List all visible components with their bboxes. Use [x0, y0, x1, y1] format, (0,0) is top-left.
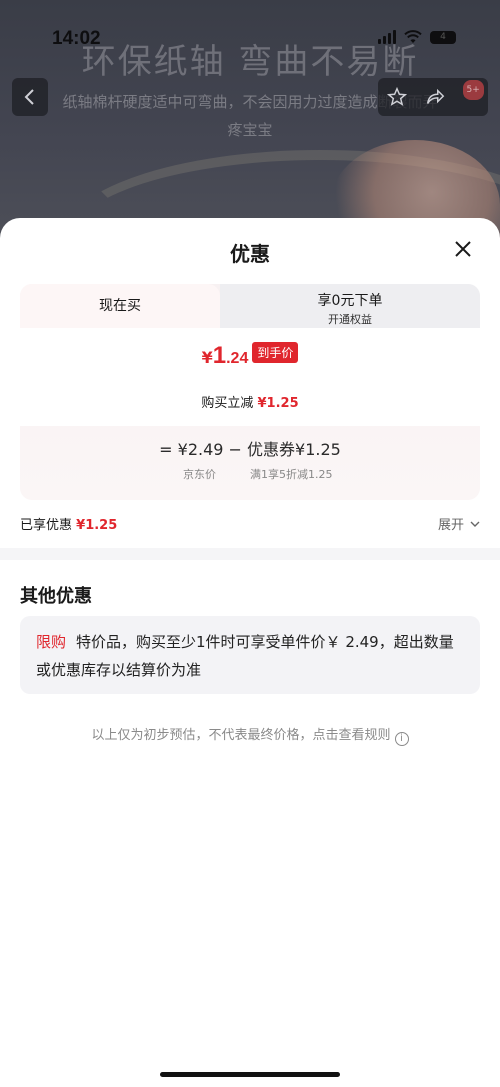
price-formula: = ¥2.49 − 优惠券¥1.25	[159, 440, 341, 459]
tab-zero-order-label: 享0元下单	[317, 293, 383, 309]
home-indicator	[160, 1072, 340, 1077]
price-integer: 1	[212, 342, 227, 369]
tab-zero-order[interactable]: 享0元下单 开通权益	[220, 284, 480, 328]
chevron-down-icon	[470, 521, 480, 527]
sheet-title: 优惠	[230, 242, 270, 266]
rules-footnote[interactable]: 以上仅为初步预估，不代表最终价格，点击查看规则 i	[0, 724, 500, 746]
share-icon[interactable]	[424, 86, 446, 108]
more-icon[interactable]: ···5+	[462, 80, 484, 106]
other-discounts-title: 其他优惠	[20, 586, 92, 607]
battery-icon: 4	[430, 30, 456, 44]
section-divider	[0, 548, 500, 560]
limit-purchase-tag: 限购	[36, 633, 67, 651]
status-time: 14:02	[52, 28, 101, 49]
chevron-left-icon	[24, 89, 34, 105]
final-price: ¥1.24 到手价	[20, 342, 480, 370]
coupon-rule-label: 满1享5折减1.25	[250, 468, 333, 481]
final-price-tag: 到手价	[252, 342, 299, 363]
expand-label: 展开	[437, 518, 464, 533]
info-icon: i	[394, 732, 409, 746]
tab-buy-now[interactable]: 现在买	[20, 284, 220, 328]
price-currency: ¥	[201, 348, 213, 367]
limit-purchase-text: 特价品，购买至少1件时可享受单件价￥ 2.49，超出数量或优惠库存以结算价为准	[36, 633, 454, 679]
jd-price-label: 京东价	[183, 468, 216, 481]
signal-icon	[378, 30, 396, 44]
price-decimal: .24	[226, 350, 249, 367]
message-badge: 5+	[462, 80, 484, 100]
footnote-text: 以上仅为初步预估，不代表最终价格，点击查看规则	[91, 728, 391, 743]
background-product-page: 环保纸轴 弯曲不易断 纸轴棉杆硬度适中可弯曲，不会因用力过度造成断裂而弄疼宝宝 …	[0, 0, 500, 240]
enjoyed-discount: 已享优惠 ¥1.25	[20, 514, 117, 533]
tab-zero-order-sublabel: 开通权益	[328, 313, 372, 326]
final-price-box: ¥1.24 到手价 购买立减 ¥1.25	[20, 328, 480, 426]
discount-sheet: 优惠 现在买 享0元下单 开通权益 ¥1.24 到手价 购买立减 ¥1.25 = …	[0, 218, 500, 1087]
expand-button[interactable]: 展开	[438, 514, 480, 533]
reduction-value: ¥1.25	[257, 396, 299, 411]
instant-reduction: 购买立减 ¥1.25	[20, 392, 480, 411]
limit-purchase-box: 限购 特价品，购买至少1件时可享受单件价￥ 2.49，超出数量或优惠库存以结算价为…	[20, 616, 480, 694]
status-icons: 4	[378, 30, 456, 44]
status-bar: 14:02 4	[0, 22, 500, 56]
tab-buy-now-label: 现在买	[99, 298, 141, 314]
enjoyed-label: 已享优惠	[20, 518, 73, 533]
back-button[interactable]	[12, 78, 48, 116]
wifi-icon	[404, 30, 422, 43]
price-card: 现在买 享0元下单 开通权益 ¥1.24 到手价 购买立减 ¥1.25 = ¥2.…	[20, 284, 480, 500]
close-button[interactable]	[450, 236, 476, 262]
reduction-label: 购买立减	[201, 396, 254, 411]
enjoyed-value: ¥1.25	[76, 518, 118, 533]
close-icon	[455, 241, 471, 257]
star-icon[interactable]	[386, 86, 408, 108]
top-action-group: ···5+	[378, 78, 488, 116]
